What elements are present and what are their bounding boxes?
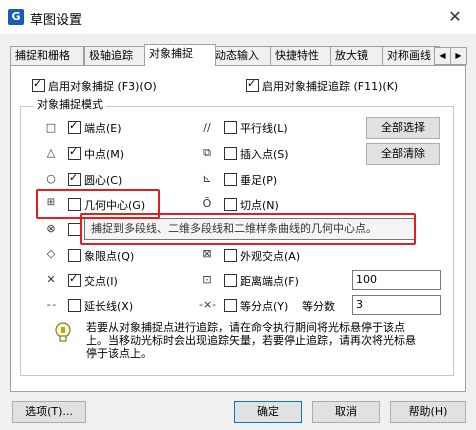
midpoint-label: 中点(M) [84, 148, 125, 161]
tracking-hint: 若要从对象捕捉点进行追踪，请在命令执行期间将光标悬停于该点上。当移动光标时会出现… [86, 321, 416, 360]
perpendicular-label: 垂足(P) [240, 174, 278, 187]
window-title: 草图设置 [30, 13, 83, 28]
tangent-label: 切点(N) [240, 199, 279, 212]
lightbulb-icon [55, 322, 71, 342]
tab-scroll-right-icon[interactable]: ▶ [450, 47, 467, 65]
distance-label: 距离端点(F) [240, 275, 299, 288]
center-marker-icon: ○ [46, 172, 56, 185]
select-all-button[interactable]: 全部选择 [366, 117, 440, 139]
help-button[interactable]: 帮助(H) [390, 401, 466, 423]
tab-object-snap[interactable]: 对象捕捉 [144, 44, 216, 66]
perpendicular-checkbox[interactable] [224, 173, 237, 186]
appint-label: 外观交点(A) [240, 250, 301, 263]
node-marker-icon: ⊗ [46, 222, 56, 235]
tab-strip: 捕捉和栅格 极轴追踪 对象捕捉 动态输入 快捷特性 放大镜 对称画线 ◀ ▶ [10, 44, 467, 66]
snap-modes-group-title: 对象捕捉模式 [34, 96, 106, 112]
intersection-label: 交点(I) [84, 275, 118, 288]
center-checkbox[interactable] [68, 171, 81, 186]
tangent-checkbox[interactable] [224, 198, 237, 211]
clear-all-button[interactable]: 全部清除 [366, 143, 440, 165]
tab-quick-properties[interactable]: 快捷特性 [270, 46, 334, 65]
extension-checkbox[interactable] [68, 299, 81, 312]
cancel-button[interactable]: 取消 [312, 401, 380, 423]
midpoint-marker-icon: △ [46, 146, 56, 159]
options-button[interactable]: 选项(T)... [12, 401, 86, 423]
appint-marker-icon: ⊠ [202, 247, 212, 260]
ok-button[interactable]: 确定 [234, 401, 302, 423]
enable-tracking-label: 启用对象捕捉追踪 (F11)(K) [262, 80, 399, 93]
tab-magnifier[interactable]: 放大镜 [330, 46, 386, 65]
enable-osnap-checkbox[interactable] [32, 77, 45, 92]
divide-label: 等分点(Y) [240, 300, 289, 313]
appint-checkbox[interactable] [224, 249, 237, 262]
tab-symmetric-line[interactable]: 对称画线 [382, 46, 440, 65]
parallel-label: 平行线(L) [240, 122, 288, 135]
parallel-marker-icon: ∕∕ [203, 121, 211, 134]
tangent-marker-icon: Ō [202, 197, 212, 210]
parallel-checkbox[interactable] [224, 121, 237, 134]
endpoint-checkbox[interactable] [68, 119, 81, 134]
distance-marker-icon: ⊡ [202, 273, 212, 286]
quadrant-checkbox[interactable] [68, 249, 81, 262]
tab-snap-grid[interactable]: 捕捉和栅格 [10, 46, 84, 65]
divide-checkbox[interactable] [224, 299, 237, 312]
distance-input[interactable]: 100 [352, 270, 441, 290]
midpoint-checkbox[interactable] [68, 145, 81, 160]
extension-marker-icon: - - [46, 298, 56, 311]
intersection-marker-icon: ✕ [46, 273, 56, 286]
center-label: 圆心(C) [84, 174, 123, 187]
tooltip-highlight [80, 213, 416, 245]
quadrant-marker-icon: ◇ [46, 247, 56, 260]
close-icon[interactable]: ✕ [440, 3, 470, 31]
perpendicular-marker-icon: ⊾ [202, 172, 212, 185]
divide-marker-icon: -⨯- [199, 298, 217, 311]
insertion-checkbox[interactable] [224, 147, 237, 160]
app-icon: G [8, 9, 24, 25]
insertion-label: 插入点(S) [240, 148, 289, 161]
tab-dynamic-input[interactable]: 动态输入 [210, 46, 274, 65]
enable-osnap-label: 启用对象捕捉 (F3)(O) [48, 80, 157, 93]
divide-count-label: 等分数 [302, 300, 335, 313]
intersection-checkbox[interactable] [68, 272, 81, 287]
divide-count-input[interactable]: 3 [352, 295, 441, 315]
distance-checkbox[interactable] [224, 274, 237, 287]
tab-polar-tracking[interactable]: 极轴追踪 [84, 46, 148, 65]
enable-tracking-checkbox[interactable] [246, 77, 259, 92]
endpoint-label: 端点(E) [84, 122, 122, 135]
endpoint-marker-icon: □ [45, 121, 57, 134]
insertion-marker-icon: ⧉ [203, 146, 211, 159]
quadrant-label: 象限点(Q) [84, 250, 135, 263]
extension-label: 延长线(X) [84, 300, 134, 313]
tab-scroll-left-icon[interactable]: ◀ [434, 47, 451, 65]
